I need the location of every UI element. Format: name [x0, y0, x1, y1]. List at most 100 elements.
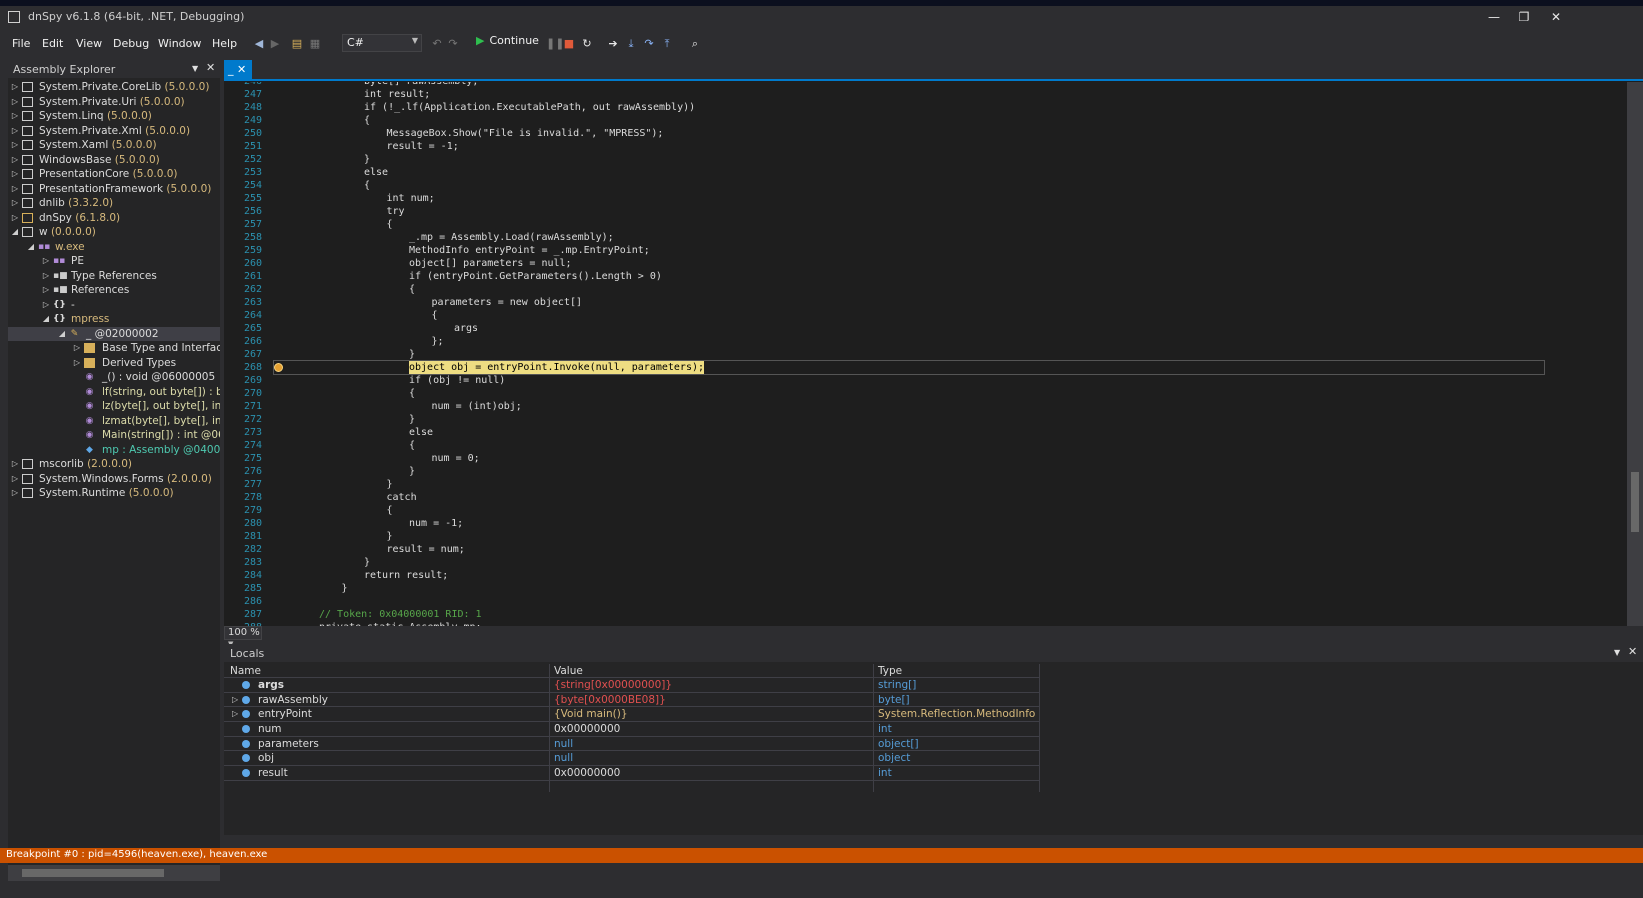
- language-select[interactable]: C# ▼: [342, 34, 422, 52]
- panel-menu-icon[interactable]: ▼: [1614, 648, 1620, 657]
- code-line[interactable]: 274 {: [224, 439, 1624, 452]
- close-button[interactable]: ✕: [1538, 6, 1574, 28]
- tree-item[interactable]: ▷ Derived Types: [8, 356, 220, 371]
- code-line[interactable]: 266};: [224, 335, 1624, 348]
- code-line[interactable]: 255 int num;: [224, 192, 1624, 205]
- open-icon[interactable]: ▤: [290, 36, 304, 52]
- tree-item[interactable]: ◉ _() : void @06000005: [8, 370, 220, 385]
- breakpoint-icon[interactable]: [274, 363, 283, 372]
- tree-item[interactable]: ▷ System.Private.CoreLib (5.0.0.0): [8, 80, 220, 95]
- code-line[interactable]: 268 object obj = entryPoint.Invoke(null, …: [244, 360, 1545, 375]
- code-view[interactable]: 246byte[] rawAssembly;247int result;248i…: [224, 82, 1624, 630]
- tree-item[interactable]: ▷{} -: [8, 298, 220, 313]
- locals-row[interactable]: ▷ rawAssembly {byte[0x0000BE08]} byte[]: [224, 693, 1040, 708]
- stop-icon[interactable]: ■: [562, 36, 576, 52]
- redo-icon[interactable]: ↷: [446, 36, 460, 52]
- tree-item[interactable]: ▷ mscorlib (2.0.0.0): [8, 457, 220, 472]
- restore-button[interactable]: ❐: [1506, 6, 1542, 28]
- code-line[interactable]: 282 result = num;: [224, 543, 1624, 556]
- code-line[interactable]: 276}: [224, 465, 1624, 478]
- tree-item-selected[interactable]: ◢ ✎ _ @02000002: [8, 326, 220, 341]
- code-line[interactable]: 283}: [224, 556, 1624, 569]
- tree-item[interactable]: ▷ System.Linq (5.0.0.0): [8, 109, 220, 124]
- code-line[interactable]: 261 if (entryPoint.GetParameters().Length…: [224, 270, 1624, 283]
- menu-file[interactable]: File: [12, 37, 30, 50]
- column-type[interactable]: Type: [878, 665, 902, 677]
- code-line[interactable]: 254 {: [224, 179, 1624, 192]
- tree-item[interactable]: ▷ System.Private.Xml (5.0.0.0): [8, 124, 220, 139]
- column-divider[interactable]: [1039, 664, 1040, 792]
- locals-row[interactable]: obj null object: [224, 751, 1040, 767]
- back-icon[interactable]: ◀: [252, 36, 266, 52]
- step-out-icon[interactable]: ⤒: [660, 36, 674, 52]
- code-line[interactable]: 258 _.mp = Assembly.Load(rawAssembly);: [224, 231, 1624, 244]
- save-all-icon[interactable]: ▦: [308, 36, 322, 52]
- code-line[interactable]: 251 result = -1;: [224, 140, 1624, 153]
- code-line[interactable]: 280 num = -1;: [224, 517, 1624, 530]
- tree-item[interactable]: ◉lzmat(byte[], byte[], int) :: [8, 414, 220, 429]
- code-line[interactable]: 260 object[] parameters = null;: [224, 257, 1624, 270]
- locals-row[interactable]: result 0x00000000 int: [224, 766, 1040, 781]
- column-divider[interactable]: [873, 664, 874, 792]
- tree-item[interactable]: ▷ PresentationFramework (5.0.0.0): [8, 182, 220, 197]
- code-line[interactable]: 271 num = (int)obj;: [224, 400, 1624, 413]
- code-line[interactable]: 252}: [224, 153, 1624, 166]
- locals-row[interactable]: parameters null object[]: [224, 737, 1040, 752]
- tree-item[interactable]: ▷ ▪▪ PE: [8, 254, 220, 269]
- expand-icon[interactable]: ▷: [232, 707, 238, 721]
- code-line[interactable]: 286: [224, 595, 1624, 608]
- tree-item[interactable]: ◉lf(string, out byte[]) : boo: [8, 385, 220, 400]
- code-line[interactable]: 285}: [224, 582, 1624, 595]
- code-line[interactable]: 249 {: [224, 114, 1624, 127]
- explorer-horizontal-scrollbar[interactable]: [8, 865, 220, 881]
- code-line[interactable]: 264 {: [224, 309, 1624, 322]
- code-line[interactable]: 272}: [224, 413, 1624, 426]
- menu-view[interactable]: View: [76, 37, 102, 50]
- search-icon[interactable]: ⌕: [688, 36, 702, 52]
- code-line[interactable]: 256 try: [224, 205, 1624, 218]
- code-line[interactable]: 281}: [224, 530, 1624, 543]
- tree-item[interactable]: ▷ WindowsBase (5.0.0.0): [8, 153, 220, 168]
- code-line[interactable]: 275 num = 0;: [224, 452, 1624, 465]
- tree-item[interactable]: ▷ PresentationCore (5.0.0.0): [8, 167, 220, 182]
- menu-debug[interactable]: Debug: [113, 37, 149, 50]
- code-line[interactable]: 269 if (obj != null): [224, 374, 1624, 387]
- menu-edit[interactable]: Edit: [42, 37, 63, 50]
- forward-icon[interactable]: ▶: [268, 36, 282, 52]
- panel-close-icon[interactable]: ✕: [206, 61, 215, 74]
- column-name[interactable]: Name: [230, 665, 261, 677]
- code-line[interactable]: 273 else: [224, 426, 1624, 439]
- column-divider[interactable]: [549, 664, 550, 792]
- zoom-select[interactable]: 100 % ▼: [224, 626, 262, 648]
- tree-item[interactable]: ▷ dnlib (3.3.2.0): [8, 196, 220, 211]
- tree-item[interactable]: ◢ ▪▪ w.exe: [8, 240, 220, 255]
- editor-vertical-scrollbar[interactable]: [1627, 82, 1643, 630]
- restart-icon[interactable]: ↻: [580, 36, 594, 52]
- panel-menu-icon[interactable]: ▼: [192, 64, 198, 73]
- code-line[interactable]: 247 int result;: [224, 88, 1624, 101]
- tree-item[interactable]: ◢{} mpress: [8, 312, 220, 327]
- step-over-icon[interactable]: ↷: [642, 36, 656, 52]
- tree-item[interactable]: ▷ dnSpy (6.1.8.0): [8, 211, 220, 226]
- locals-row[interactable]: num 0x00000000 int: [224, 722, 1040, 737]
- code-line[interactable]: 265 args: [224, 322, 1624, 335]
- tree-item[interactable]: ◉lz(byte[], out byte[], int) :: [8, 399, 220, 414]
- scrollbar-thumb[interactable]: [22, 869, 164, 877]
- code-line[interactable]: 257 {: [224, 218, 1624, 231]
- tree-item[interactable]: ◆mp : Assembly @0400000: [8, 443, 220, 458]
- tree-item[interactable]: ▷Base Type and Interfaces: [8, 341, 220, 356]
- menu-help[interactable]: Help: [212, 37, 237, 50]
- step-into-icon[interactable]: ⤓: [624, 36, 638, 52]
- code-line[interactable]: 267}: [224, 348, 1624, 361]
- code-line[interactable]: 262 {: [224, 283, 1624, 296]
- tree-item[interactable]: ▷ System.Private.Uri (5.0.0.0): [8, 95, 220, 110]
- tree-item[interactable]: ◉Main(string[]) : int @0600: [8, 428, 220, 443]
- code-line[interactable]: 278 catch: [224, 491, 1624, 504]
- tree-item[interactable]: ▷ System.Runtime (5.0.0.0): [8, 486, 220, 501]
- code-line[interactable]: 263 parameters = new object[]: [224, 296, 1624, 309]
- code-line[interactable]: 250 MessageBox.Show("File is invalid.", "…: [224, 127, 1624, 140]
- locals-row[interactable]: args {string[0x00000000]} string[]: [224, 678, 1040, 693]
- code-line[interactable]: 248 if (!_.lf(Application.ExecutablePath,…: [224, 101, 1624, 114]
- expand-icon[interactable]: ▷: [232, 693, 238, 707]
- tree-item[interactable]: ▷ ▪■ References: [8, 283, 220, 298]
